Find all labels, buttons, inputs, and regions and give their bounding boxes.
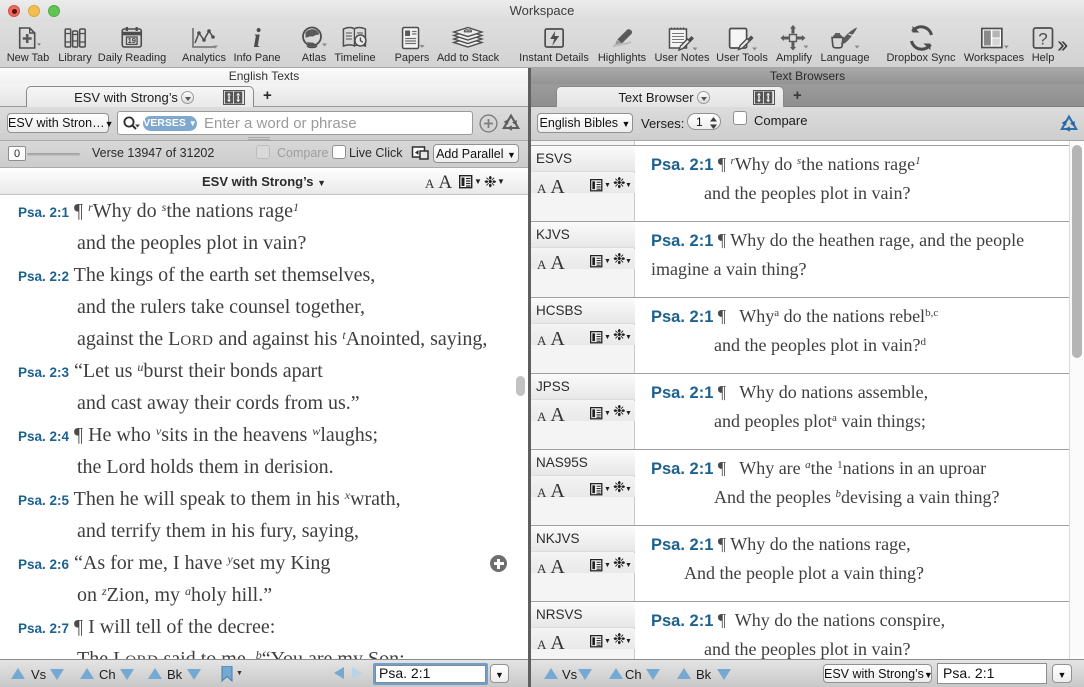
svg-text:?: ? [1038, 29, 1047, 48]
svg-text:19: 19 [128, 36, 136, 45]
